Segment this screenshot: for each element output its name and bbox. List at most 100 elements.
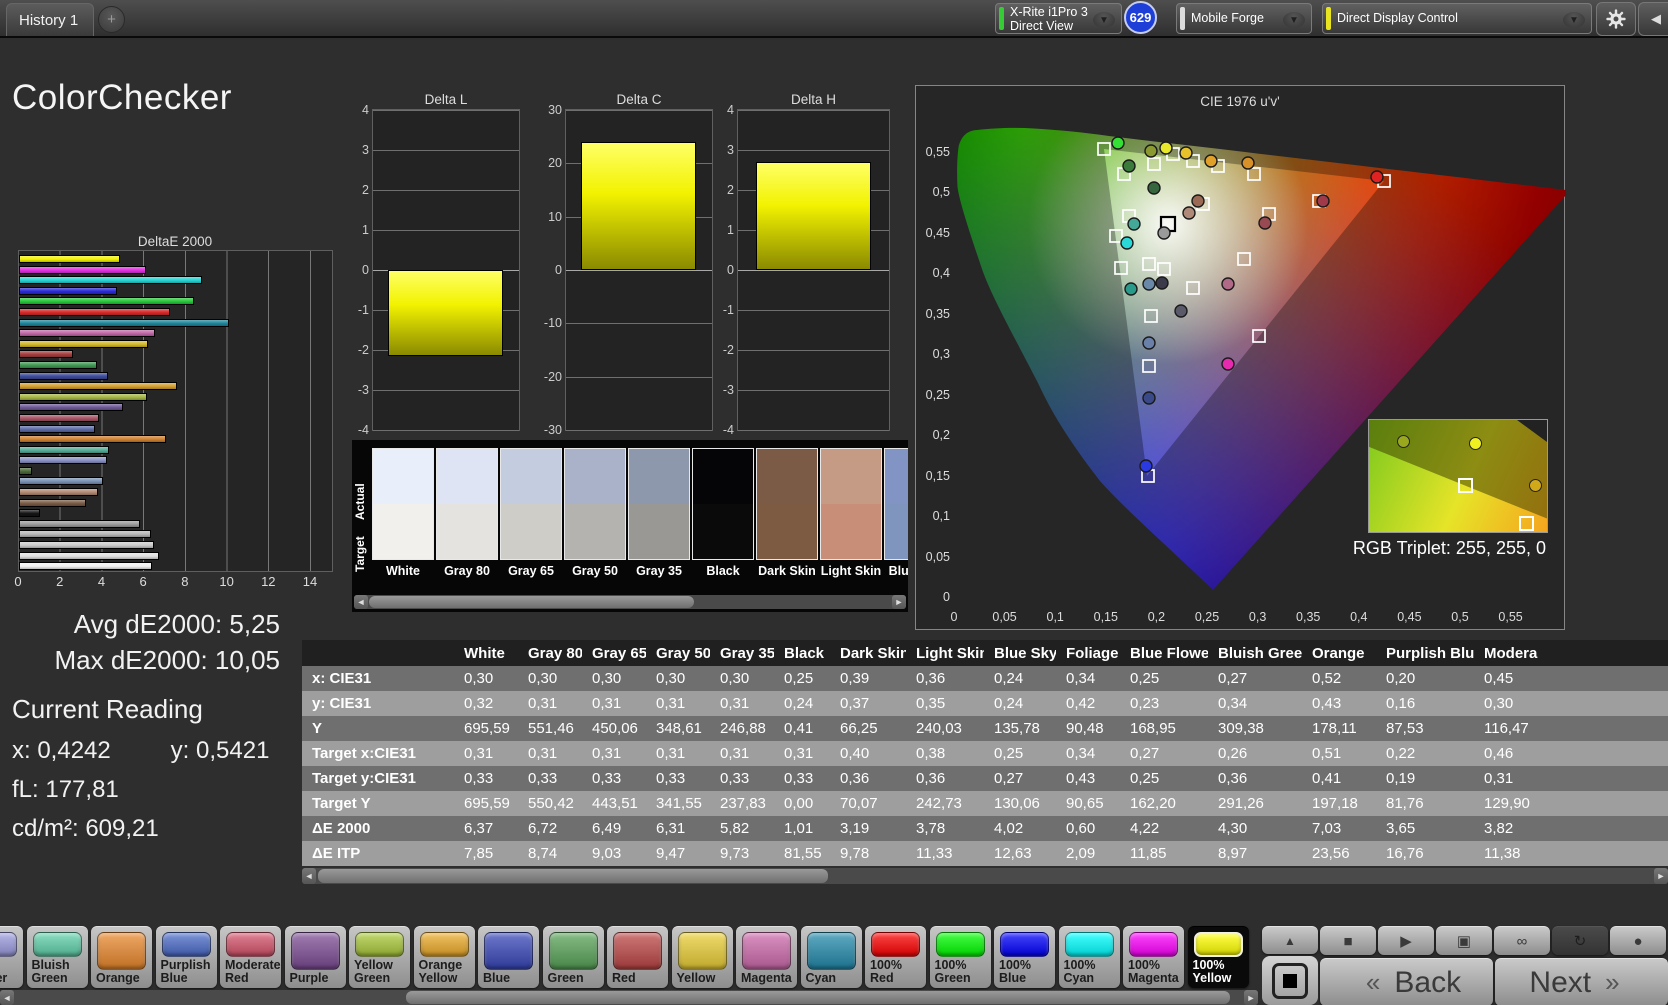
cell: 90,48 [1056,720,1120,737]
collapse-strip-button[interactable]: ▲ [1262,926,1318,954]
pattern-purplish-blue[interactable]: PurplishBlue [156,926,217,988]
y-tick: -2 [343,343,369,357]
record-button[interactable]: ● [1610,926,1666,955]
arrow-up-icon: ▲ [1284,934,1296,948]
arrow-left-icon: ◀ [1651,11,1661,27]
source-dropdown[interactable]: Mobile Forge ▼ [1176,3,1312,34]
back-button[interactable]: « Back [1320,958,1493,1005]
target-color [437,504,497,559]
cell: 81,76 [1376,795,1474,812]
pattern-100-cyan[interactable]: 100%Cyan [1059,926,1120,988]
deltae2000-chart: DeltaE 2000 02468101214 [14,234,336,588]
pattern-moderate-red[interactable]: ModerateRed [220,926,281,988]
swatch-gray-50: Gray 50 [564,448,626,578]
cell: 0,31 [582,745,646,762]
pattern-window-button[interactable]: ▣ [1436,926,1492,955]
cell: 9,78 [830,845,906,862]
pattern-100-blue[interactable]: 100%Blue [994,926,1055,988]
y-tick: 4 [708,103,734,117]
next-button[interactable]: Next » [1495,958,1668,1005]
scroll-left-button[interactable]: ◄ [302,868,316,884]
cell: 12,63 [984,845,1056,862]
pattern-yellow-green[interactable]: YellowGreen [349,926,410,988]
pattern-window-button[interactable] [1262,956,1318,1005]
scrollbar-thumb[interactable] [406,991,1230,1004]
cell: 0,41 [774,720,830,737]
swatch-scrollbar[interactable]: ◄ ► [354,595,906,609]
inset-measured-marker [1397,435,1410,448]
scroll-left-button[interactable]: ◄ [354,595,368,609]
column-header-orange: Orange [1302,645,1376,662]
swatch-dark-skin: Dark Skin [756,448,818,578]
cell: 443,51 [582,795,646,812]
pattern-100-yellow[interactable]: 100%Yellow [1188,926,1249,988]
pattern-yellow[interactable]: Yellow [672,926,733,988]
y-tick: 0,35 [920,307,950,321]
bar-blue-sky [19,477,103,485]
stop-button[interactable]: ■ [1320,926,1376,955]
pattern-strip-scrollbar[interactable]: ◄ ► [0,990,1258,1005]
cell: 246,88 [710,720,774,737]
pattern-label: Purple [285,972,346,988]
x-tick: 2 [56,574,63,589]
swatch-chip [564,448,626,560]
y-tick: 0,15 [920,469,950,483]
pattern-100-green[interactable]: 100%Green [930,926,991,988]
cell: 197,18 [1302,795,1376,812]
pattern-blue-flower[interactable]: BlueFlower [0,926,23,988]
pattern-cyan[interactable]: Cyan [801,926,862,988]
scrollbar-thumb[interactable] [369,596,694,608]
refresh-button[interactable]: ↻ [1552,926,1608,955]
add-tab-button[interactable]: + [98,6,125,33]
cell: 0,25 [984,745,1056,762]
pattern-label: YellowGreen [349,959,410,988]
source-label: Mobile Forge [1191,12,1264,26]
cell: 237,83 [710,795,774,812]
pattern-label: Magenta [736,972,797,988]
column-header-modera: Modera [1474,645,1574,662]
pattern-red[interactable]: Red [607,926,668,988]
y-tick: 0,2 [920,428,950,442]
pattern-magenta[interactable]: Magenta [736,926,797,988]
meter-status-stripe [999,7,1004,30]
pattern-green[interactable]: Green [543,926,604,988]
bar-purplish-blue [19,425,95,433]
scroll-right-button[interactable]: ► [892,595,906,609]
pattern-100-magenta[interactable]: 100%Magenta [1123,926,1184,988]
scroll-left-button[interactable]: ◄ [0,990,14,1005]
measured-marker [1125,283,1137,295]
delta-plot: 43210-1-2-3-4 [372,109,520,431]
cell: 0,36 [906,770,984,787]
pattern-blue[interactable]: Blue [478,926,539,988]
loop-button[interactable]: ∞ [1494,926,1550,955]
scrollbar-thumb[interactable] [318,869,828,883]
row-label: Y [302,720,454,737]
bar-100-magenta [19,266,146,274]
tab-history-1[interactable]: History 1 [6,3,94,36]
meter-dropdown[interactable]: X-Rite i1Pro 3Direct View ▼ [995,3,1122,34]
gridline [373,390,519,391]
pattern-bluish-green[interactable]: BluishGreen [27,926,88,988]
scroll-right-button[interactable]: ► [1654,868,1668,884]
scroll-right-button[interactable]: ► [1244,990,1258,1005]
settings-button[interactable] [1596,2,1636,36]
reading-count-badge[interactable]: 629 [1124,1,1157,34]
pattern-orange-yellow[interactable]: OrangeYellow [414,926,475,988]
workflow-dropdown[interactable]: Direct Display Control ▼ [1322,3,1592,34]
calman-window: History 1 + X-Rite i1Pro 3Direct View ▼ … [0,0,1668,1005]
cell: 5,82 [710,820,774,837]
pattern-purple[interactable]: Purple [285,926,346,988]
gridline [373,190,519,191]
cell: 162,20 [1120,795,1208,812]
collapse-panel-button[interactable]: ◀ [1638,2,1668,36]
page-title: ColorChecker [12,78,232,118]
cell: 9,03 [582,845,646,862]
measured-marker [1222,278,1234,290]
table-scrollbar[interactable]: ◄ ► [302,868,1668,884]
play-button[interactable]: ▶ [1378,926,1434,955]
cell: 0,36 [830,770,906,787]
max-de2000: Max dE2000: 10,05 [18,642,280,678]
cell: 0,33 [774,770,830,787]
pattern-100-red[interactable]: 100%Red [865,926,926,988]
pattern-orange[interactable]: Orange [91,926,152,988]
